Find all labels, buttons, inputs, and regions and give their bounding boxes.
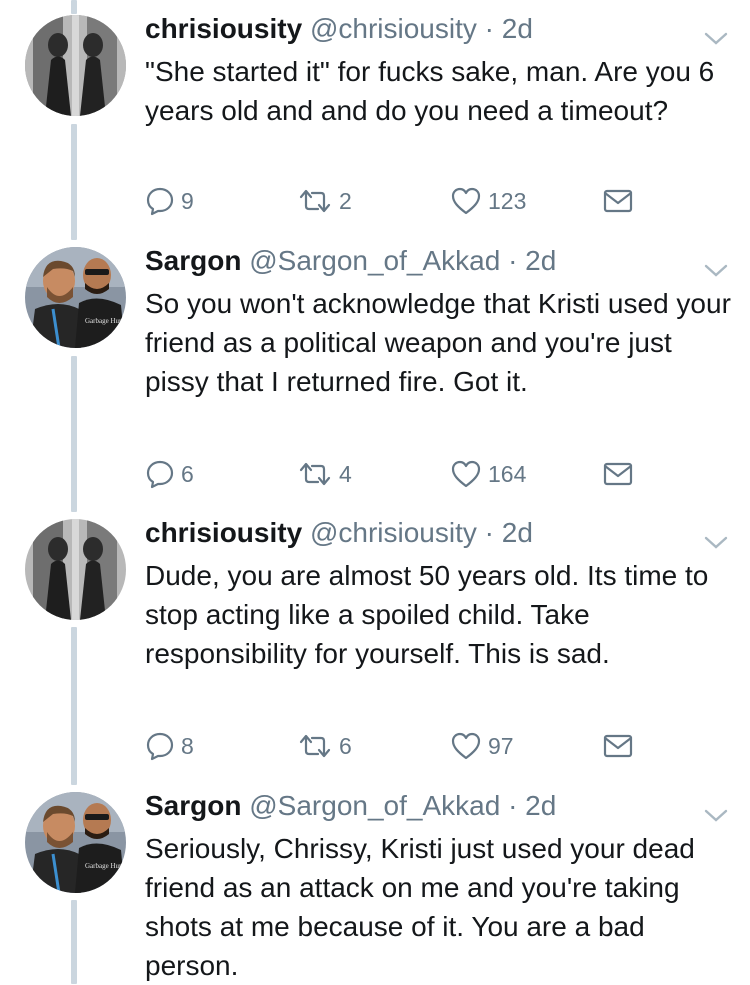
user-handle[interactable]: @chrisiousity (310, 13, 477, 44)
avatar[interactable] (25, 519, 126, 620)
retweet-icon (299, 734, 331, 758)
envelope-icon (603, 734, 633, 758)
avatar[interactable] (25, 15, 126, 116)
separator: · (508, 790, 518, 821)
reply-button[interactable]: 9 (145, 183, 194, 219)
like-count: 97 (488, 732, 514, 759)
chevron-down-icon[interactable] (704, 32, 728, 46)
avatar-image: Garbage Human (25, 792, 126, 893)
timestamp[interactable]: 2d (525, 790, 556, 821)
reply-button[interactable]: 8 (145, 728, 194, 764)
user-handle[interactable]: @chrisiousity (310, 517, 477, 548)
tweet-actions: 9 2 123 (145, 183, 645, 219)
avatar-image (25, 15, 126, 116)
shirt-text: Garbage Human (85, 862, 126, 870)
reply-icon (146, 187, 174, 216)
user-handle[interactable]: @Sargon_of_Akkad (249, 790, 500, 821)
heart-icon (451, 187, 481, 215)
user-handle[interactable]: @Sargon_of_Akkad (249, 245, 500, 276)
tweet-text: "She started it" for fucks sake, man. Ar… (145, 56, 715, 126)
dm-button[interactable] (603, 456, 633, 492)
retweet-count: 2 (339, 187, 352, 214)
like-count: 123 (488, 187, 527, 214)
shirt-text: Garbage Human (85, 317, 126, 325)
avatar-image (25, 519, 126, 620)
reply-count: 6 (181, 460, 194, 487)
timestamp[interactable]: 2d (502, 517, 533, 548)
display-name[interactable]: chrisiousity (145, 13, 302, 44)
retweet-icon (299, 189, 331, 213)
retweet-button[interactable]: 4 (297, 456, 352, 492)
tweet-header: chrisiousity @chrisiousity · 2d (145, 12, 533, 46)
tweet-text: Dude, you are almost 50 years old. Its t… (145, 560, 709, 669)
tweet-text: So you won't acknowledge that Kristi use… (145, 288, 731, 397)
tweet-header: chrisiousity @chrisiousity · 2d (145, 516, 533, 550)
chevron-down-icon[interactable] (704, 809, 728, 823)
separator: · (484, 13, 494, 44)
retweet-icon (299, 462, 331, 486)
retweet-button[interactable]: 2 (297, 183, 352, 219)
reply-button[interactable]: 6 (145, 456, 194, 492)
display-name[interactable]: Sargon (145, 245, 241, 276)
separator: · (484, 517, 494, 548)
reply-icon (146, 732, 174, 761)
heart-icon (451, 460, 481, 488)
timestamp[interactable]: 2d (525, 245, 556, 276)
tweet[interactable]: chrisiousity @chrisiousity · 2d "She sta… (0, 12, 750, 237)
tweet[interactable]: chrisiousity @chrisiousity · 2d Dude, yo… (0, 516, 750, 786)
display-name[interactable]: chrisiousity (145, 517, 302, 548)
reply-icon (146, 460, 174, 489)
chevron-down-icon[interactable] (704, 264, 728, 278)
chevron-down-icon[interactable] (704, 536, 728, 550)
avatar[interactable]: Garbage Human (25, 247, 126, 348)
dm-button[interactable] (603, 183, 633, 219)
envelope-icon (603, 189, 633, 213)
tweet-header: Sargon @Sargon_of_Akkad · 2d (145, 789, 556, 823)
like-count: 164 (488, 460, 527, 487)
reply-count: 9 (181, 187, 194, 214)
heart-icon (451, 732, 481, 760)
like-button[interactable]: 164 (450, 456, 526, 492)
avatar-image: Garbage Human (25, 247, 126, 348)
envelope-icon (603, 462, 633, 486)
like-button[interactable]: 97 (450, 728, 514, 764)
tweet-actions: 6 4 164 (145, 456, 645, 492)
timestamp[interactable]: 2d (502, 13, 533, 44)
reply-count: 8 (181, 732, 194, 759)
tweet[interactable]: Garbage Human Sargon @Sargon_of_Akkad · … (0, 789, 750, 984)
retweet-count: 4 (339, 460, 352, 487)
dm-button[interactable] (603, 728, 633, 764)
like-button[interactable]: 123 (450, 183, 526, 219)
display-name[interactable]: Sargon (145, 790, 241, 821)
retweet-button[interactable]: 6 (297, 728, 352, 764)
tweet-header: Sargon @Sargon_of_Akkad · 2d (145, 244, 556, 278)
tweet-actions: 8 6 97 (145, 728, 645, 764)
tweet[interactable]: Garbage Human Sargon @Sargon_of_Akkad · … (0, 244, 750, 514)
tweet-text: Seriously, Chrissy, Kristi just used you… (145, 833, 695, 981)
retweet-count: 6 (339, 732, 352, 759)
avatar[interactable]: Garbage Human (25, 792, 126, 893)
separator: · (508, 245, 518, 276)
